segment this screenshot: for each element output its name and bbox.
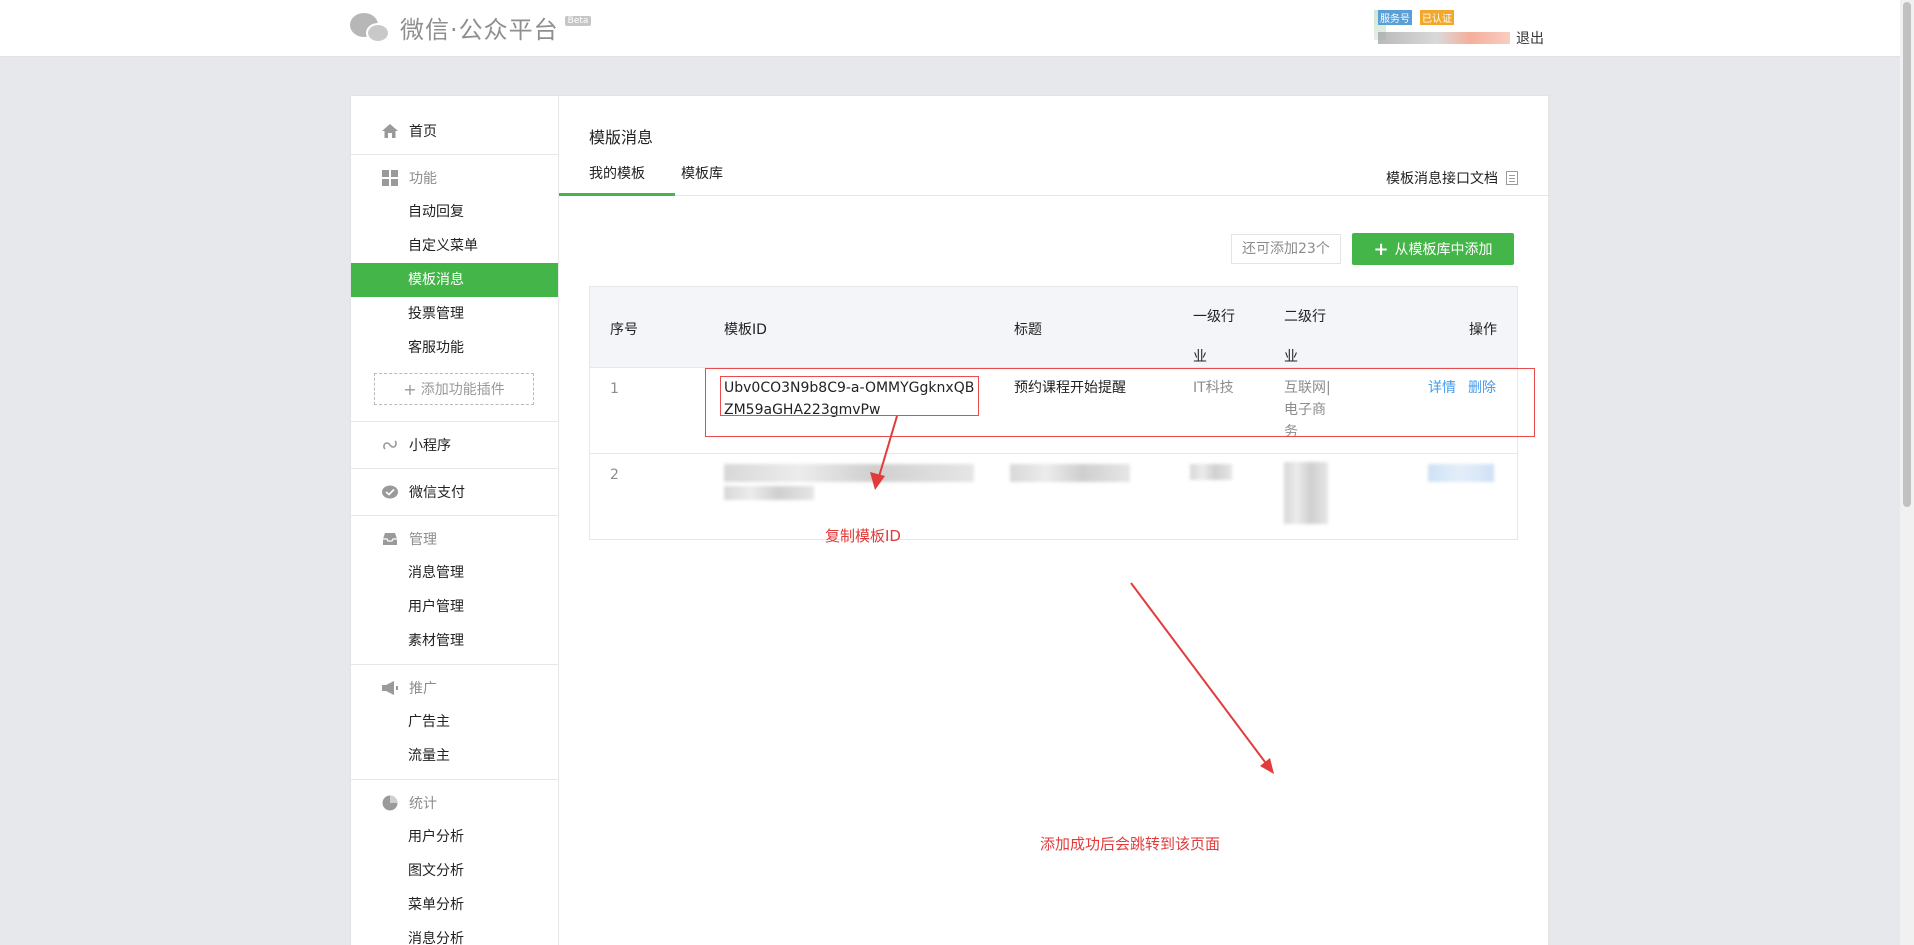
page-scrollbar[interactable] [1900, 0, 1914, 945]
scrollbar-thumb[interactable] [1903, 2, 1911, 507]
annotation-redirect-note: 添加成功后会跳转到该页面 [1040, 835, 1221, 853]
annotation-arrows [870, 415, 1274, 774]
arrow-to-page [1130, 582, 1274, 774]
arrow-to-id [870, 415, 898, 490]
annotation-copy-id: 复制模板ID [825, 527, 901, 545]
